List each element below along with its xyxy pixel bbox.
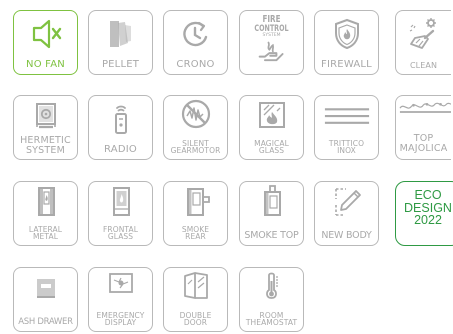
feature-label-multiline: TOP MAJOLICA (397, 134, 450, 153)
majolica-pattern-icon (396, 96, 451, 130)
pencil-shape-icon (315, 185, 378, 219)
feature-tile-radio[interactable]: RADIO (88, 95, 153, 160)
feature-label-multiline: DOUBLE DOOR (165, 312, 226, 327)
ash-drawer-icon (14, 271, 77, 305)
clock-timer-icon (164, 17, 227, 51)
feature-tile-fire-control[interactable]: FIRE CONTROL SYSTEM (239, 10, 304, 75)
label-line-2: SYSTEM (25, 144, 66, 156)
label-line-2: THEAMOSTAT (245, 318, 298, 328)
fire-control-icon: FIRE CONTROL SYSTEM (240, 15, 303, 73)
label-line-2: MAJOLICA (399, 142, 448, 154)
feature-label: ASH DRAWER (18, 317, 73, 328)
label-line-2: INOX (337, 146, 356, 156)
feature-label: SMOKE TOP (244, 230, 299, 242)
label-line-2: GLASS (107, 232, 134, 242)
feature-tile-smoke-top[interactable]: SMOKE TOP (239, 181, 304, 246)
feature-tile-emergency-display[interactable]: EMERGENCY DISPLAY (88, 267, 153, 332)
feature-tile-smoke-rear[interactable]: SMOKE REAR (163, 181, 228, 246)
speaker-mute-icon (14, 17, 77, 51)
flame-glass-icon (240, 100, 303, 134)
feature-tile-double-door[interactable]: DOUBLE DOOR (163, 267, 228, 332)
feature-tile-eco-design[interactable]: ECO DESIGN 2022 (395, 181, 453, 246)
feature-label-multiline: SMOKE REAR (165, 226, 226, 241)
feature-tile-hermetic-system[interactable]: HERMETIC SYSTEM (13, 95, 78, 160)
feature-label: RADIO (104, 143, 137, 155)
feature-tile-pellet[interactable]: PELLET (88, 10, 153, 75)
feature-label-multiline: LATERAL METAL (15, 226, 76, 241)
feature-label-multiline: EMERGENCY DISPLAY (90, 312, 151, 327)
feature-tile-room-thermostat[interactable]: ROOM THEAMOSTAT (239, 267, 304, 332)
feature-label-multiline: TRITTICO INOX (316, 140, 377, 155)
safe-box-icon (14, 98, 77, 132)
broom-gear-icon (396, 17, 451, 51)
feature-tile-no-fan[interactable]: NO FAN (13, 10, 78, 75)
stove-top-pipe-icon (240, 184, 303, 218)
feature-label-multiline: HERMETIC SYSTEM (15, 136, 76, 155)
feature-label: CLEAN (409, 60, 438, 70)
feature-label-multiline: MAGICAL GLASS (241, 140, 302, 155)
eco-line-3: 2022 (414, 213, 442, 227)
shield-flame-icon (315, 17, 378, 51)
label-line-2: REAR (185, 232, 206, 242)
feature-tile-firewall[interactable]: FIREWALL (314, 10, 379, 75)
feature-tile-clean[interactable]: CLEAN (395, 10, 451, 75)
feature-label: PELLET (101, 58, 140, 70)
label-line-2: GLASS (258, 146, 285, 156)
feature-label: FIREWALL (321, 58, 372, 70)
cracked-display-icon (89, 269, 152, 303)
three-lines-icon (315, 101, 378, 135)
stove-rear-pipe-icon (164, 185, 227, 219)
label-line-2: DOOR (183, 318, 208, 328)
hand-flame-icon (258, 41, 284, 62)
feature-tile-frontal-glass[interactable]: FRONTAL GLASS (88, 181, 153, 246)
feature-icon-grid: NO FAN PELLET CRONO FIRE CONTROL SYSTEM (13, 10, 453, 334)
feature-tile-magical-glass[interactable]: MAGICAL GLASS (239, 95, 304, 160)
eco-line-1: ECO (414, 188, 442, 202)
feature-label-multiline: FRONTAL GLASS (90, 226, 151, 241)
no-sound-icon (164, 99, 227, 133)
thermometer-icon (240, 270, 303, 304)
feature-tile-new-body[interactable]: NEW BODY (314, 181, 379, 246)
label-line-2: GEARMOTOR (170, 146, 221, 156)
feature-tile-ash-drawer[interactable]: ASH DRAWER (13, 267, 78, 332)
label-line-2: DISPLAY (104, 318, 137, 328)
fire-control-word-system: SYSTEM (262, 32, 281, 38)
feature-label: CRONO (176, 58, 215, 70)
feature-tile-silent-gearmotor[interactable]: SILENT GEARMOTOR (163, 95, 228, 160)
label-line-2: METAL (32, 232, 59, 242)
eco-design-badge: ECO DESIGN 2022 (396, 189, 453, 227)
feature-label-multiline: SILENT GEARMOTOR (165, 140, 226, 155)
stove-front-icon (89, 185, 152, 219)
fire-control-word-control: CONTROL (254, 24, 289, 34)
pellet-icon (89, 17, 152, 51)
feature-tile-crono[interactable]: CRONO (163, 10, 228, 75)
feature-label-multiline: ROOM THEAMOSTAT (241, 312, 302, 327)
double-door-icon (164, 270, 227, 304)
feature-label: NO FAN (26, 58, 65, 70)
feature-tile-lateral-metal[interactable]: LATERAL METAL (13, 181, 78, 246)
feature-tile-trittico-inox[interactable]: TRITTICO INOX (314, 95, 379, 160)
feature-label: NEW BODY (321, 230, 372, 242)
remote-control-icon (89, 102, 152, 136)
feature-tile-top-majolica[interactable]: TOP MAJOLICA (395, 95, 451, 160)
stove-side-icon (14, 185, 77, 219)
